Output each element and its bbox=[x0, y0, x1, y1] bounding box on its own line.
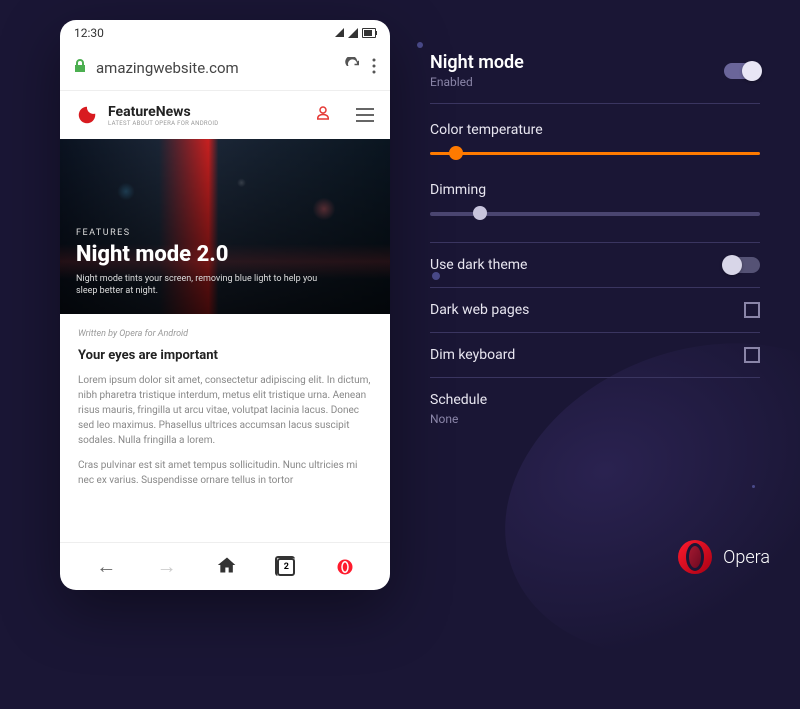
reload-icon[interactable] bbox=[344, 57, 362, 80]
article-paragraph: Cras pulvinar est sit amet tempus sollic… bbox=[78, 458, 372, 488]
battery-icon bbox=[362, 28, 376, 38]
color-temperature-label: Color temperature bbox=[430, 122, 760, 138]
dimming-label: Dimming bbox=[430, 182, 760, 198]
status-time: 12:30 bbox=[74, 26, 104, 40]
night-mode-header: Night mode Enabled bbox=[430, 38, 760, 104]
dim-keyboard-checkbox[interactable] bbox=[744, 347, 760, 363]
status-bar: 12:30 bbox=[60, 20, 390, 46]
article-byline: Written by Opera for Android bbox=[78, 328, 372, 342]
dimming-slider[interactable] bbox=[430, 212, 760, 218]
url-bar[interactable]: amazingwebsite.com bbox=[60, 46, 390, 90]
dark-theme-label: Use dark theme bbox=[430, 257, 527, 273]
schedule-value: None bbox=[430, 412, 458, 426]
nav-back-icon[interactable]: ← bbox=[96, 554, 116, 579]
dark-pages-label: Dark web pages bbox=[430, 302, 529, 318]
hero-title: Night mode 2.0 bbox=[76, 242, 374, 267]
hamburger-icon[interactable] bbox=[356, 108, 374, 122]
schedule-row[interactable]: Schedule None bbox=[430, 378, 760, 440]
site-header: FeatureNews LATEST ABOUT OPERA FOR ANDRO… bbox=[60, 91, 390, 139]
night-mode-settings: Night mode Enabled Color temperature Dim… bbox=[430, 38, 760, 440]
article-paragraph: Lorem ipsum dolor sit amet, consectetur … bbox=[78, 373, 372, 448]
phone-mockup: 12:30 amazingwebsite.com FeatureNews LAT… bbox=[60, 20, 390, 590]
brand-name: FeatureNews bbox=[108, 104, 304, 120]
lock-icon bbox=[74, 59, 86, 77]
dark-pages-checkbox[interactable] bbox=[744, 302, 760, 318]
dark-theme-toggle[interactable] bbox=[724, 257, 760, 273]
moon-logo-icon bbox=[76, 104, 98, 126]
nav-opera-icon[interactable] bbox=[336, 558, 354, 576]
opera-logo-icon bbox=[677, 539, 713, 575]
tab-count: 2 bbox=[284, 562, 289, 572]
site-brand: FeatureNews LATEST ABOUT OPERA FOR ANDRO… bbox=[108, 104, 304, 127]
status-icons bbox=[334, 28, 376, 38]
hero-description: Night mode tints your screen, removing b… bbox=[76, 273, 336, 298]
opera-brand-text: Opera bbox=[723, 547, 770, 568]
opera-brand: Opera bbox=[677, 539, 770, 575]
dark-pages-row: Dark web pages bbox=[430, 288, 760, 333]
color-temperature-slider[interactable] bbox=[430, 152, 760, 158]
dim-keyboard-label: Dim keyboard bbox=[430, 347, 515, 363]
dim-keyboard-row: Dim keyboard bbox=[430, 333, 760, 378]
nav-forward-icon[interactable]: → bbox=[157, 554, 177, 579]
signal-icon bbox=[334, 28, 344, 38]
night-mode-toggle[interactable] bbox=[724, 63, 760, 79]
article-body: Written by Opera for Android Your eyes a… bbox=[60, 314, 390, 542]
hero-section: FEATURES Night mode 2.0 Night mode tints… bbox=[60, 139, 390, 314]
user-icon[interactable] bbox=[314, 104, 332, 126]
article-title: Your eyes are important bbox=[78, 346, 372, 366]
signal-full-icon bbox=[348, 28, 358, 38]
nav-tabs-icon[interactable]: 2 bbox=[277, 558, 295, 576]
color-temperature-section: Color temperature Dimming bbox=[430, 104, 760, 243]
schedule-label: Schedule bbox=[430, 392, 487, 408]
brand-subtitle: LATEST ABOUT OPERA FOR ANDROID bbox=[108, 120, 304, 127]
hero-tag: FEATURES bbox=[76, 228, 374, 238]
menu-dots-icon[interactable] bbox=[372, 58, 376, 79]
dark-theme-row: Use dark theme bbox=[430, 243, 760, 288]
night-mode-status: Enabled bbox=[430, 75, 524, 89]
bottom-nav: ← → 2 bbox=[60, 542, 390, 590]
nav-home-icon[interactable] bbox=[217, 555, 237, 579]
url-text: amazingwebsite.com bbox=[96, 59, 334, 77]
night-mode-title: Night mode bbox=[430, 52, 524, 73]
